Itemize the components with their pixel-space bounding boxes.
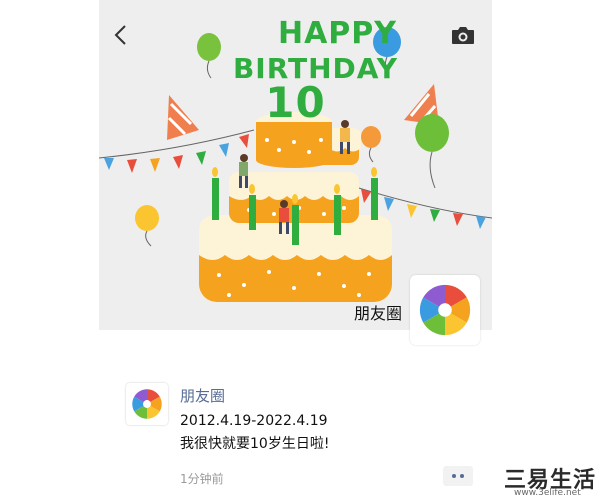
- more-actions-button[interactable]: [443, 466, 473, 486]
- watermark: 三易生活 www.3elife.net: [504, 462, 598, 498]
- headline-number: 10: [265, 78, 326, 127]
- aperture-logo-icon: [132, 389, 162, 419]
- more-dots-icon: [452, 474, 456, 478]
- post-avatar[interactable]: [126, 383, 168, 425]
- post-timestamp: 1分钟前: [180, 472, 224, 486]
- more-dots-icon: [460, 474, 464, 478]
- post-text-line1: 2012.4.19-2022.4.19: [180, 413, 328, 429]
- watermark-url: www.3elife.net: [514, 488, 581, 498]
- profile-avatar[interactable]: [410, 275, 480, 345]
- post-author[interactable]: 朋友圈: [180, 385, 225, 406]
- camera-icon: [452, 27, 474, 44]
- chevron-left-icon: [114, 25, 126, 45]
- aperture-logo-icon: [419, 284, 471, 336]
- camera-button[interactable]: [450, 24, 476, 46]
- headline-happy: HAPPY: [277, 16, 398, 51]
- profile-name: 朋友圈: [354, 304, 403, 323]
- back-button[interactable]: [109, 22, 135, 48]
- post-text-line2: 我很快就要10岁生日啦!: [180, 436, 330, 452]
